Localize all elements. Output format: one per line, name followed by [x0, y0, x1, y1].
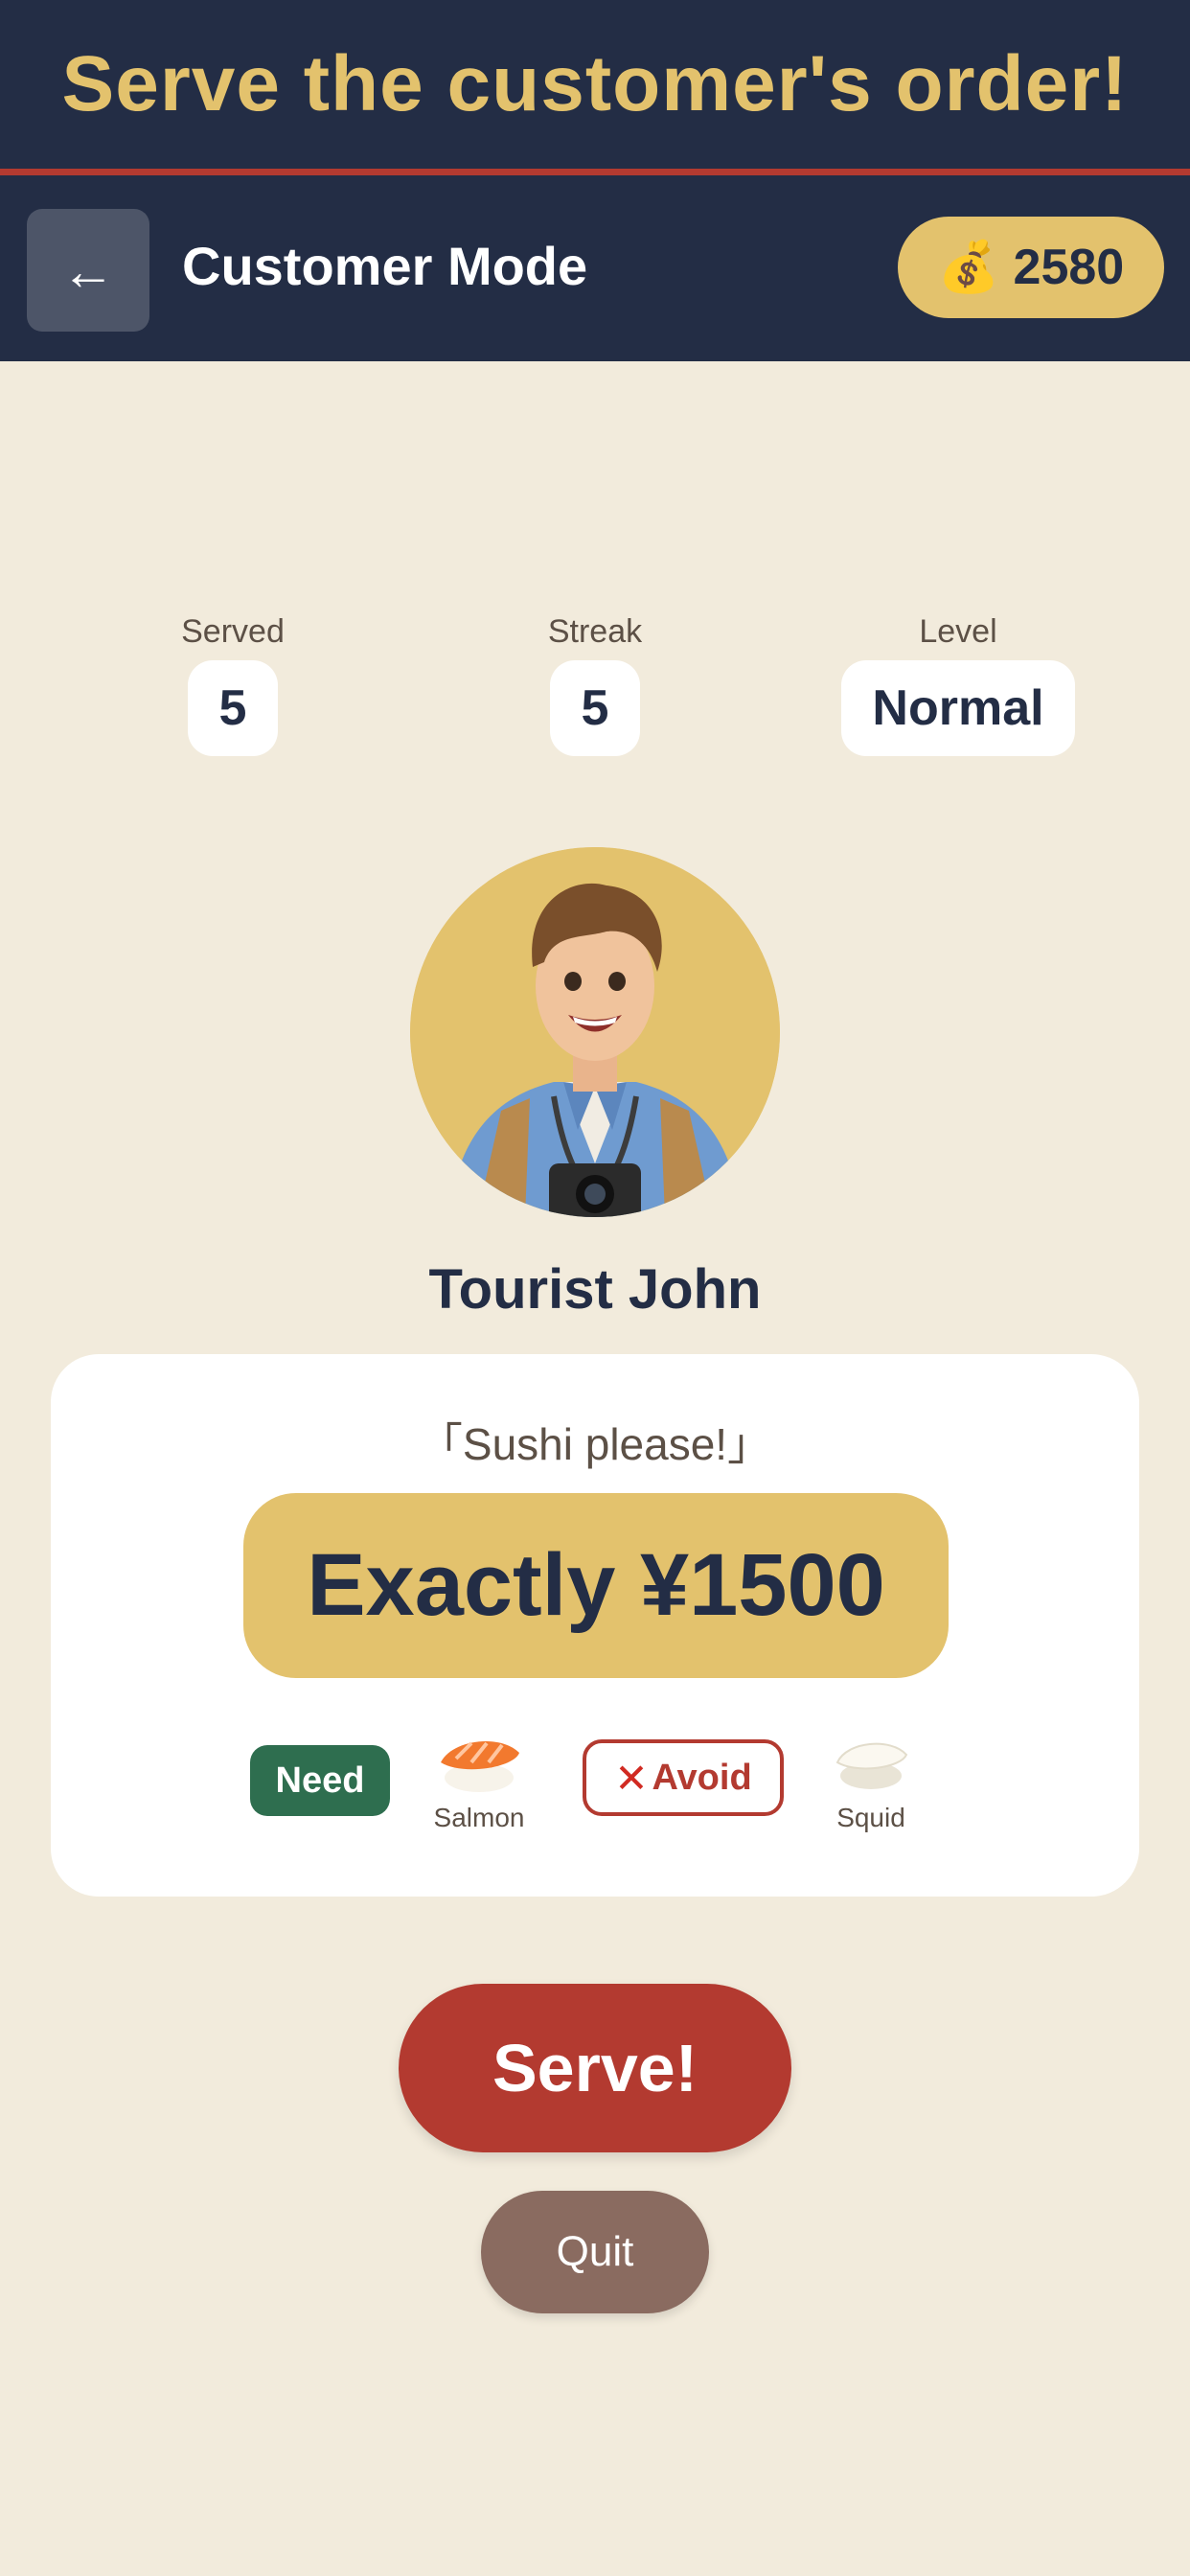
stat-label: Streak: [547, 613, 643, 650]
need-item: Salmon: [412, 1730, 546, 1833]
avoid-item-label: Squid: [836, 1803, 905, 1832]
stat-value: 5: [188, 660, 278, 756]
stat-label: Level: [919, 613, 997, 650]
salmon-nigiri-icon: [441, 1740, 519, 1792]
stat-value: 5: [550, 660, 640, 756]
coin-balance-badge: 💰 2580: [898, 217, 1164, 318]
serve-button[interactable]: Serve!: [399, 1984, 791, 2152]
avoid-label: Avoid: [652, 1757, 752, 1798]
need-badge: Need: [250, 1745, 390, 1816]
stat-value: Normal: [841, 660, 1075, 756]
customer-avatar: [410, 847, 780, 1217]
cross-mark-icon: ✕: [614, 1755, 649, 1801]
need-item-label: Salmon: [433, 1803, 525, 1832]
quit-button[interactable]: Quit: [481, 2191, 709, 2313]
stat-level: Level Normal: [824, 613, 1092, 756]
banner-divider: [0, 169, 1190, 175]
avoid-badge: ✕ Avoid: [583, 1739, 784, 1816]
avoid-item: Squid: [804, 1730, 938, 1833]
stat-streak: Streak 5: [461, 613, 729, 756]
banner-title: Serve the customer's order!: [61, 40, 1129, 127]
coin-balance-value: 2580: [1013, 240, 1125, 295]
page-banner: Serve the customer's order!: [0, 0, 1190, 169]
stat-label: Served: [181, 613, 285, 650]
customer-speech: 「Sushi please!」: [418, 1419, 772, 1469]
order-price: Exactly ¥1500: [243, 1493, 949, 1678]
stat-served: Served 5: [99, 613, 367, 756]
top-bar: ← Customer Mode 💰 2580: [0, 175, 1190, 361]
back-button[interactable]: ←: [27, 209, 149, 332]
money-bag-icon: 💰: [937, 240, 1000, 295]
order-card: 「Sushi please!」 Exactly ¥1500 Need Salmo…: [51, 1354, 1139, 1897]
tourist-portrait-icon: [410, 847, 780, 1217]
squid-nigiri-icon: [835, 1742, 908, 1789]
mode-title: Customer Mode: [182, 236, 588, 296]
customer-name: Tourist John: [428, 1258, 762, 1321]
